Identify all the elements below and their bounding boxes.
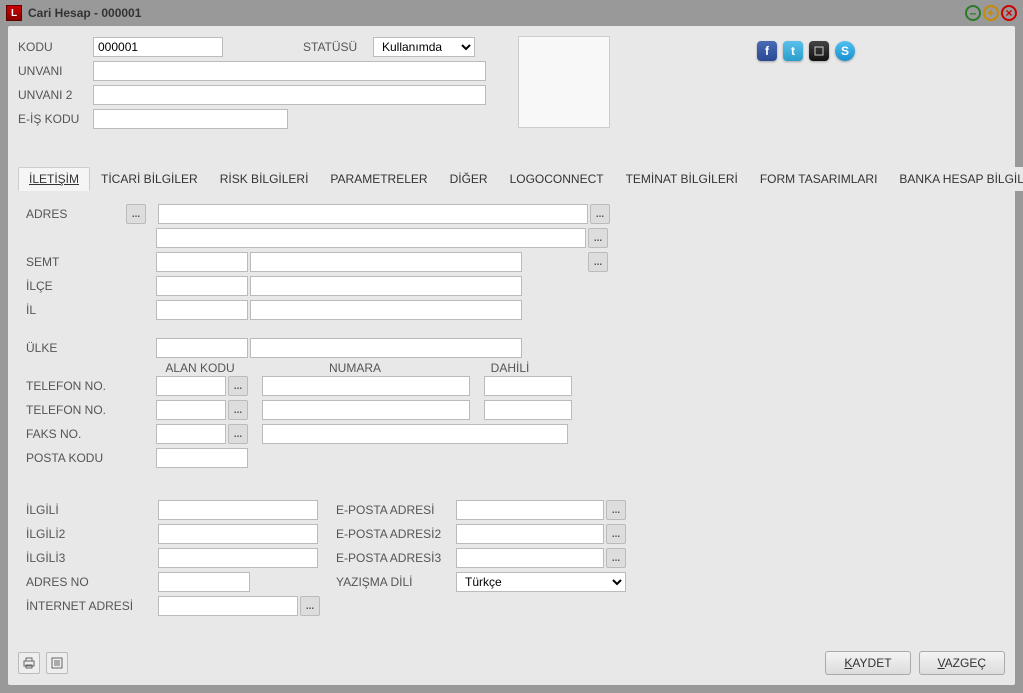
il-code-input[interactable] xyxy=(156,300,248,320)
internet-input[interactable] xyxy=(158,596,298,616)
semt-name-input[interactable] xyxy=(250,252,522,272)
ilgili-input[interactable] xyxy=(158,500,318,520)
ilgili3-label: İLGİLİ3 xyxy=(26,551,142,565)
tab-banka-hesap-bilgileri[interactable]: BANKA HESAP BİLGİLERİ xyxy=(888,167,1023,191)
eposta2-input[interactable] xyxy=(456,524,604,544)
window-content: KODU STATÜSÜ Kullanımda UNVANI UNVANI 2 … xyxy=(8,26,1015,685)
tab-form-tasarimlari[interactable]: FORM TASARIMLARI xyxy=(749,167,889,191)
col-dahili: DAHİLİ xyxy=(464,361,556,375)
ilgili3-input[interactable] xyxy=(158,548,318,568)
print-icon[interactable] xyxy=(18,652,40,674)
skype-icon[interactable]: S xyxy=(835,41,855,61)
faks-label: FAKS NO. xyxy=(26,427,134,441)
eposta-label: E-POSTA ADRESİ xyxy=(336,503,454,517)
tab-iletisim[interactable]: İLETİŞİM xyxy=(18,167,90,191)
titlebar: L Cari Hesap - 000001 – + × xyxy=(0,0,1023,26)
ilce-code-input[interactable] xyxy=(156,276,248,296)
tel2-alan-lookup-button[interactable]: ... xyxy=(228,400,248,420)
eposta2-label: E-POSTA ADRESİ2 xyxy=(336,527,454,541)
adres-line2-input[interactable] xyxy=(156,228,586,248)
eis-label: E-İŞ KODU xyxy=(18,112,93,126)
kodu-label: KODU xyxy=(18,40,93,54)
minimize-icon[interactable]: – xyxy=(965,5,981,21)
ulke-code-input[interactable] xyxy=(156,338,248,358)
adresno-input[interactable] xyxy=(158,572,250,592)
tab-logoconnect[interactable]: LOGOCONNECT xyxy=(499,167,615,191)
dark-app-icon[interactable] xyxy=(809,41,829,61)
tel2-alan-input[interactable] xyxy=(156,400,226,420)
internet-label: İNTERNET ADRESİ xyxy=(26,599,142,613)
statusu-label: STATÜSÜ xyxy=(303,40,373,54)
semt-lookup-button[interactable]: ... xyxy=(588,252,608,272)
tel1-label: TELEFON NO. xyxy=(26,379,134,393)
save-button[interactable]: KAYDET xyxy=(825,651,910,675)
ulke-name-input[interactable] xyxy=(250,338,522,358)
eis-input[interactable] xyxy=(93,109,288,129)
facebook-icon[interactable]: f xyxy=(757,41,777,61)
tel2-dah-input[interactable] xyxy=(484,400,572,420)
statusu-select[interactable]: Kullanımda xyxy=(373,37,475,57)
faks-alan-input[interactable] xyxy=(156,424,226,444)
adres-line1-lookup-button[interactable]: ... xyxy=(590,204,610,224)
adresno-label: ADRES NO xyxy=(26,575,142,589)
cancel-button[interactable]: VAZGEÇ xyxy=(919,651,1005,675)
close-icon[interactable]: × xyxy=(1001,5,1017,21)
col-numara: NUMARA xyxy=(250,361,460,375)
faks-num-input[interactable] xyxy=(262,424,568,444)
unvani2-input[interactable] xyxy=(93,85,486,105)
adres-label: ADRES xyxy=(26,207,134,221)
ilgili2-input[interactable] xyxy=(158,524,318,544)
kodu-input[interactable] xyxy=(93,37,223,57)
ilce-name-input[interactable] xyxy=(250,276,522,296)
image-placeholder[interactable] xyxy=(518,36,610,128)
tel2-num-input[interactable] xyxy=(262,400,470,420)
tel1-num-input[interactable] xyxy=(262,376,470,396)
maximize-icon[interactable]: + xyxy=(983,5,999,21)
notes-icon[interactable] xyxy=(46,652,68,674)
tabbar: İLETİŞİM TİCARİ BİLGİLER RİSK BİLGİLERİ … xyxy=(18,166,1005,191)
adres-line2-lookup-button[interactable]: ... xyxy=(588,228,608,248)
posta-input[interactable] xyxy=(156,448,248,468)
window-title: Cari Hesap - 000001 xyxy=(28,6,959,20)
twitter-icon[interactable]: t xyxy=(783,41,803,61)
ilgili-label: İLGİLİ xyxy=(26,503,142,517)
tel1-alan-lookup-button[interactable]: ... xyxy=(228,376,248,396)
unvani-label: UNVANI xyxy=(18,64,93,78)
unvani-input[interactable] xyxy=(93,61,486,81)
yazisma-label: YAZIŞMA DİLİ xyxy=(336,575,454,589)
ilce-label: İLÇE xyxy=(26,279,134,293)
tab-diger[interactable]: DİĞER xyxy=(439,167,499,191)
faks-alan-lookup-button[interactable]: ... xyxy=(228,424,248,444)
adres-line1-input[interactable] xyxy=(158,204,588,224)
tel2-label: TELEFON NO. xyxy=(26,403,134,417)
eposta3-lookup-button[interactable]: ... xyxy=(606,548,626,568)
unvani2-label: UNVANI 2 xyxy=(18,88,93,102)
il-label: İL xyxy=(26,303,134,317)
tab-parametreler[interactable]: PARAMETRELER xyxy=(319,167,438,191)
il-name-input[interactable] xyxy=(250,300,522,320)
ilgili2-label: İLGİLİ2 xyxy=(26,527,142,541)
semt-code-input[interactable] xyxy=(156,252,248,272)
ulke-label: ÜLKE xyxy=(26,341,134,355)
semt-label: SEMT xyxy=(26,255,134,269)
col-alan-kodu: ALAN KODU xyxy=(154,361,246,375)
eposta-lookup-button[interactable]: ... xyxy=(606,500,626,520)
tel1-dah-input[interactable] xyxy=(484,376,572,396)
eposta-input[interactable] xyxy=(456,500,604,520)
tab-ticari-bilgiler[interactable]: TİCARİ BİLGİLER xyxy=(90,167,209,191)
eposta2-lookup-button[interactable]: ... xyxy=(606,524,626,544)
eposta3-input[interactable] xyxy=(456,548,604,568)
tab-teminat-bilgileri[interactable]: TEMİNAT BİLGİLERİ xyxy=(615,167,749,191)
tel1-alan-input[interactable] xyxy=(156,376,226,396)
app-icon: L xyxy=(6,5,22,21)
internet-lookup-button[interactable]: ... xyxy=(300,596,320,616)
posta-label: POSTA KODU xyxy=(26,451,134,465)
eposta3-label: E-POSTA ADRESİ3 xyxy=(336,551,454,565)
adres-lookup-left-button[interactable]: ... xyxy=(126,204,146,224)
tab-risk-bilgileri[interactable]: RİSK BİLGİLERİ xyxy=(209,167,320,191)
tab-content-iletisim: ADRES ... ... ... SEMT ... İLÇE xyxy=(18,191,1005,631)
yazisma-select[interactable]: Türkçe xyxy=(456,572,626,592)
